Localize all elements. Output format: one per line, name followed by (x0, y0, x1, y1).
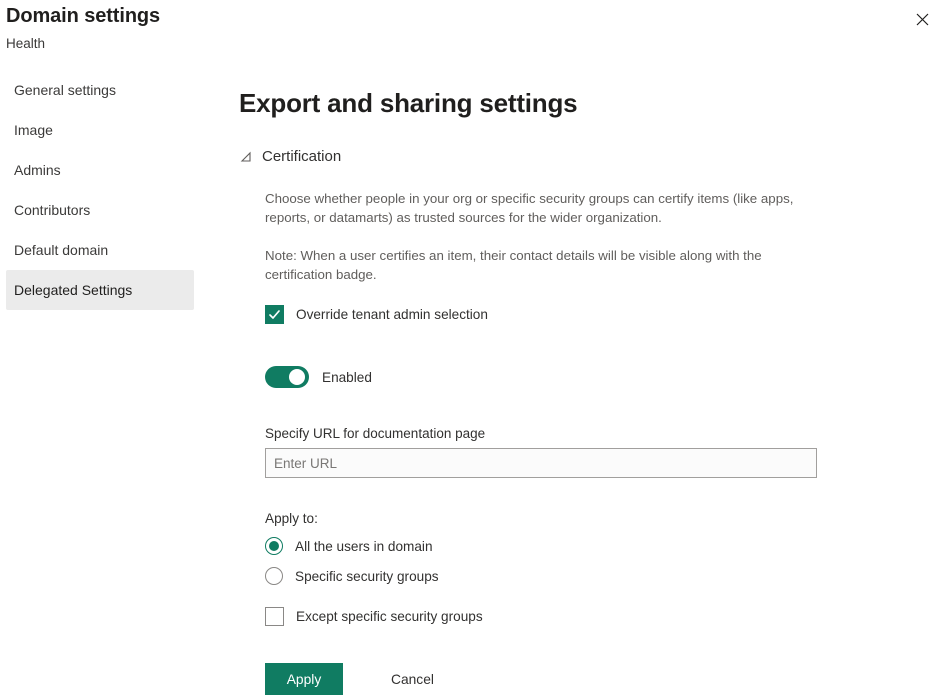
certification-section-toggle[interactable]: Certification (239, 146, 899, 167)
page-subtitle: Health (6, 36, 45, 51)
settings-sidebar: General settings Image Admins Contributo… (0, 70, 200, 310)
cancel-button[interactable]: Cancel (381, 663, 444, 695)
apply-to-label: Apply to: (265, 511, 899, 526)
checkbox-label: Except specific security groups (296, 609, 483, 624)
sidebar-item-label: Image (14, 122, 53, 138)
sidebar-item-label: Contributors (14, 202, 90, 218)
documentation-url-input[interactable] (265, 448, 817, 478)
toggle-knob (289, 369, 305, 385)
apply-button[interactable]: Apply (265, 663, 343, 695)
sidebar-item-label: Delegated Settings (14, 282, 132, 298)
form-action-buttons: Apply Cancel (265, 663, 899, 695)
content-title: Export and sharing settings (239, 88, 899, 119)
page-title: Domain settings (6, 5, 160, 28)
except-specific-security-groups-checkbox[interactable]: Except specific security groups (265, 607, 899, 626)
description-paragraph: Choose whether people in your org or spe… (265, 189, 811, 227)
override-tenant-admin-selection-checkbox[interactable]: Override tenant admin selection (265, 305, 899, 324)
checkmark-icon (265, 305, 284, 324)
sidebar-item-label: Admins (14, 162, 61, 178)
radio-label: Specific security groups (295, 569, 439, 584)
checkbox-label: Override tenant admin selection (296, 307, 488, 322)
section-header-label: Certification (262, 148, 341, 165)
documentation-url-field-group: Specify URL for documentation page (265, 426, 899, 478)
empty-checkbox-icon (265, 607, 284, 626)
sidebar-item-delegated-settings[interactable]: Delegated Settings (6, 270, 194, 310)
sidebar-item-general-settings[interactable]: General settings (6, 70, 194, 110)
sidebar-item-contributors[interactable]: Contributors (6, 190, 194, 230)
radio-unselected-icon (265, 567, 283, 585)
sidebar-item-label: Default domain (14, 242, 108, 258)
toggle-track (265, 366, 309, 388)
radio-all-users-in-domain[interactable]: All the users in domain (265, 537, 899, 555)
documentation-url-label: Specify URL for documentation page (265, 426, 899, 441)
sidebar-item-default-domain[interactable]: Default domain (6, 230, 194, 270)
radio-label: All the users in domain (295, 539, 433, 554)
sidebar-item-admins[interactable]: Admins (6, 150, 194, 190)
close-icon (916, 13, 929, 29)
enabled-toggle[interactable]: Enabled (265, 366, 899, 388)
radio-selected-icon (265, 537, 283, 555)
toggle-label: Enabled (322, 370, 372, 385)
note-paragraph: Note: When a user certifies an item, the… (265, 246, 811, 284)
certification-section-body: Choose whether people in your org or spe… (239, 189, 899, 695)
apply-to-group: Apply to: All the users in domain Specif… (265, 511, 899, 626)
panel-header: Domain settings Health (0, 0, 947, 62)
close-button[interactable] (903, 4, 941, 38)
main-content: Export and sharing settings Certificatio… (239, 88, 899, 695)
sidebar-item-label: General settings (14, 82, 116, 98)
sidebar-item-image[interactable]: Image (6, 110, 194, 150)
collapse-triangle-icon (239, 150, 253, 164)
radio-specific-security-groups[interactable]: Specific security groups (265, 567, 899, 585)
